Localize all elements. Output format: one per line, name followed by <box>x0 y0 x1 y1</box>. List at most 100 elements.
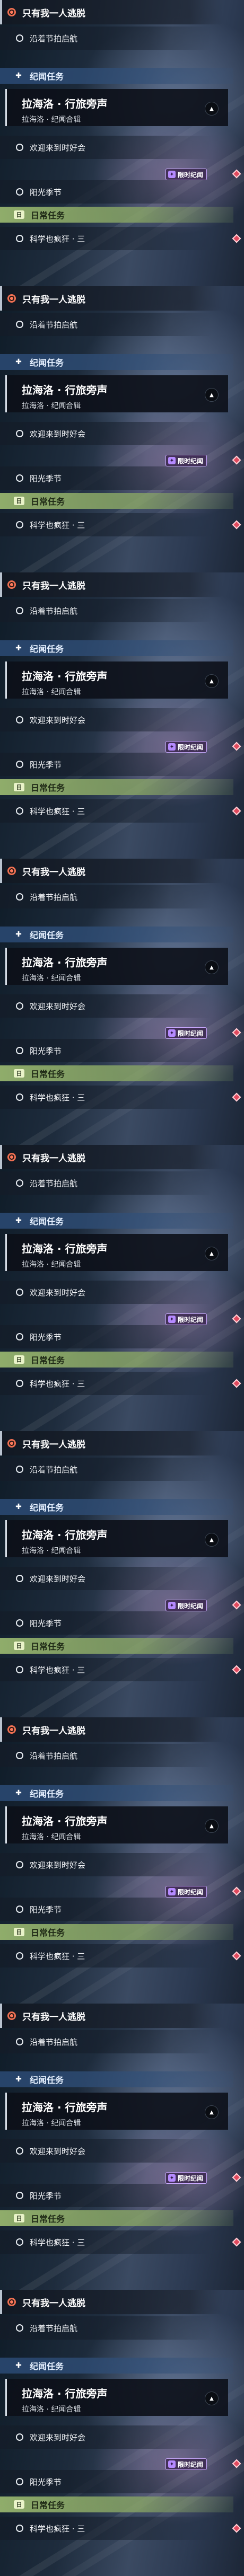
story-quest-card[interactable]: 拉海洛 · 行旅旁声 拉海洛 · 纪闻合辑 ▲ <box>5 375 228 412</box>
quest-step-welcome[interactable]: 欢迎来到时好会 <box>0 422 212 445</box>
category-story-quests[interactable]: ✚ 纪闻任务 <box>0 927 233 942</box>
story-quest-card[interactable]: 拉海洛 · 行旅旁声 拉海洛 · 纪闻合辑 ▲ <box>5 2379 228 2416</box>
quest-step-sunshine[interactable]: 阳光季节 <box>0 1325 212 1348</box>
circle-icon <box>16 1333 23 1340</box>
circle-icon <box>16 1002 23 1010</box>
chevron-up-icon[interactable]: ▲ <box>205 960 219 974</box>
quest-step-sunshine[interactable]: 阳光季节 <box>0 1898 212 1921</box>
story-quest-card[interactable]: 拉海洛 · 行旅旁声 拉海洛 · 纪闻合辑 ▲ <box>5 89 228 126</box>
quest-step-welcome[interactable]: 欢迎来到时好会 <box>0 1281 212 1304</box>
quest-step-science[interactable]: 科学也疯狂 · 三 <box>0 1372 212 1395</box>
story-quest-title: 拉海洛 · 行旅旁声 <box>22 1815 108 1828</box>
quest-step-sail[interactable]: 沿着节拍启航 <box>0 1171 212 1195</box>
quest-tracker-panel: 只有我一人逃脱 沿着节拍启航 ✚ 纪闻任务 拉海洛 · 行旅旁声 拉海洛 · 纪… <box>0 0 244 286</box>
quest-step-sunshine[interactable]: 阳光季节 <box>0 753 212 776</box>
category-daily-quests[interactable]: 日 日常任务 <box>0 1352 233 1368</box>
quest-step-sunshine[interactable]: 阳光季节 <box>0 1039 212 1062</box>
quest-step-welcome[interactable]: 欢迎来到时好会 <box>0 1853 212 1876</box>
quest-tracker-panel: 只有我一人逃脱 沿着节拍启航 ✚ 纪闻任务 拉海洛 · 行旅旁声 拉海洛 · 纪… <box>0 1717 244 2004</box>
category-daily-quests[interactable]: 日 日常任务 <box>0 2496 233 2512</box>
chevron-up-icon[interactable]: ▲ <box>205 388 219 402</box>
quest-step-sail[interactable]: 沿着节拍启航 <box>0 27 212 50</box>
chevron-up-icon[interactable]: ▲ <box>205 102 219 116</box>
category-story-quests[interactable]: ✚ 纪闻任务 <box>0 1499 233 1515</box>
category-story-quests[interactable]: ✚ 纪闻任务 <box>0 354 233 370</box>
tracked-quest-header[interactable]: 只有我一人逃脱 <box>0 1431 223 1455</box>
category-daily-quests[interactable]: 日 日常任务 <box>0 207 233 223</box>
quest-step-welcome[interactable]: 欢迎来到时好会 <box>0 708 212 731</box>
category-story-quests[interactable]: ✚ 纪闻任务 <box>0 2071 233 2087</box>
plus-icon: ✚ <box>15 644 22 652</box>
quest-step-science[interactable]: 科学也疯狂 · 三 <box>0 2230 212 2254</box>
quest-step-science[interactable]: 科学也疯狂 · 三 <box>0 1944 212 1968</box>
category-daily-quests[interactable]: 日 日常任务 <box>0 1065 233 1081</box>
quest-step-science[interactable]: 科学也疯狂 · 三 <box>0 2517 212 2540</box>
daily-icon: 日 <box>14 210 24 219</box>
circle-icon <box>16 716 23 724</box>
quest-step-science[interactable]: 科学也疯狂 · 三 <box>0 513 212 536</box>
quest-step-sunshine[interactable]: 阳光季节 <box>0 2184 212 2207</box>
sparkle-icon: ✦ <box>168 743 176 751</box>
quest-step-science[interactable]: 科学也疯狂 · 三 <box>0 1086 212 1109</box>
daily-icon: 日 <box>14 1355 24 1364</box>
category-daily-quests[interactable]: 日 日常任务 <box>0 779 233 795</box>
tracked-quest-header[interactable]: 只有我一人逃脱 <box>0 0 223 24</box>
category-story-quests[interactable]: ✚ 纪闻任务 <box>0 68 233 84</box>
category-daily-quests[interactable]: 日 日常任务 <box>0 493 233 509</box>
quest-step-sunshine[interactable]: 阳光季节 <box>0 466 212 490</box>
circle-icon <box>16 1289 23 1296</box>
quest-step-welcome[interactable]: 欢迎来到时好会 <box>0 1567 212 1590</box>
tracked-quest-header[interactable]: 只有我一人逃脱 <box>0 2290 223 2314</box>
quest-step-sail[interactable]: 沿着节拍启航 <box>0 1458 212 1481</box>
circle-icon <box>16 1619 23 1627</box>
story-quest-card[interactable]: 拉海洛 · 行旅旁声 拉海洛 · 纪闻合辑 ▲ <box>5 661 228 699</box>
quest-step-sunshine[interactable]: 阳光季节 <box>0 2470 212 2493</box>
quest-step-label: 沿着节拍启航 <box>30 606 78 616</box>
quest-step-welcome[interactable]: 欢迎来到时好会 <box>0 2425 212 2449</box>
tracked-quest-header[interactable]: 只有我一人逃脱 <box>0 572 223 597</box>
plus-icon: ✚ <box>15 72 22 80</box>
story-quest-card[interactable]: 拉海洛 · 行旅旁声 拉海洛 · 纪闻合辑 ▲ <box>5 2093 228 2130</box>
category-daily-quests[interactable]: 日 日常任务 <box>0 2210 233 2226</box>
category-story-quests[interactable]: ✚ 纪闻任务 <box>0 1213 233 1229</box>
category-daily-quests[interactable]: 日 日常任务 <box>0 1924 233 1940</box>
story-quest-card[interactable]: 拉海洛 · 行旅旁声 拉海洛 · 纪闻合辑 ▲ <box>5 948 228 985</box>
tracked-quest-header[interactable]: 只有我一人逃脱 <box>0 286 223 311</box>
quest-step-welcome[interactable]: 欢迎来到时好会 <box>0 994 212 1018</box>
quest-step-sunshine[interactable]: 阳光季节 <box>0 1611 212 1635</box>
quest-step-sail[interactable]: 沿着节拍启航 <box>0 2030 212 2053</box>
quest-step-label: 科学也疯狂 · 三 <box>30 520 85 530</box>
category-story-quests[interactable]: ✚ 纪闻任务 <box>0 1785 233 1801</box>
category-daily-quests[interactable]: 日 日常任务 <box>0 1638 233 1654</box>
chevron-up-icon[interactable]: ▲ <box>205 674 219 688</box>
quest-step-sunshine[interactable]: 阳光季节 <box>0 180 212 204</box>
quest-step-label: 沿着节拍启航 <box>30 1178 78 1188</box>
quest-step-science[interactable]: 科学也疯狂 · 三 <box>0 1658 212 1681</box>
quest-step-sail[interactable]: 沿着节拍启航 <box>0 599 212 622</box>
quest-step-sail[interactable]: 沿着节拍启航 <box>0 885 212 908</box>
quest-step-sail[interactable]: 沿着节拍启航 <box>0 313 212 336</box>
quest-step-science[interactable]: 科学也疯狂 · 三 <box>0 227 212 250</box>
category-story-quests[interactable]: ✚ 纪闻任务 <box>0 640 233 656</box>
chevron-up-icon[interactable]: ▲ <box>205 2105 219 2119</box>
daily-icon: 日 <box>14 1069 24 1078</box>
chevron-up-icon[interactable]: ▲ <box>205 1819 219 1833</box>
chevron-up-icon[interactable]: ▲ <box>205 1247 219 1260</box>
tracked-quest-header[interactable]: 只有我一人逃脱 <box>0 2004 223 2028</box>
quest-step-welcome[interactable]: 欢迎来到时好会 <box>0 136 212 159</box>
quest-step-sail[interactable]: 沿着节拍启航 <box>0 1744 212 1767</box>
quest-step-science[interactable]: 科学也疯狂 · 三 <box>0 799 212 823</box>
chevron-up-icon[interactable]: ▲ <box>205 1533 219 1547</box>
category-story-quests[interactable]: ✚ 纪闻任务 <box>0 2358 233 2374</box>
quest-step-welcome[interactable]: 欢迎来到时好会 <box>0 2139 212 2163</box>
tracked-quest-header[interactable]: 只有我一人逃脱 <box>0 1145 223 1169</box>
tracked-quest-header[interactable]: 只有我一人逃脱 <box>0 859 223 883</box>
plus-icon: ✚ <box>15 2361 22 2370</box>
story-quest-card[interactable]: 拉海洛 · 行旅旁声 拉海洛 · 纪闻合辑 ▲ <box>5 1520 228 1557</box>
quest-step-sail[interactable]: 沿着节拍启航 <box>0 2316 212 2340</box>
story-quest-card[interactable]: 拉海洛 · 行旅旁声 拉海洛 · 纪闻合辑 ▲ <box>5 1234 228 1271</box>
badge-label: 限时纪闻 <box>177 457 203 465</box>
story-quest-card[interactable]: 拉海洛 · 行旅旁声 拉海洛 · 纪闻合辑 ▲ <box>5 1806 228 1843</box>
chevron-up-icon[interactable]: ▲ <box>205 2392 219 2405</box>
tracked-quest-header[interactable]: 只有我一人逃脱 <box>0 1717 223 1742</box>
